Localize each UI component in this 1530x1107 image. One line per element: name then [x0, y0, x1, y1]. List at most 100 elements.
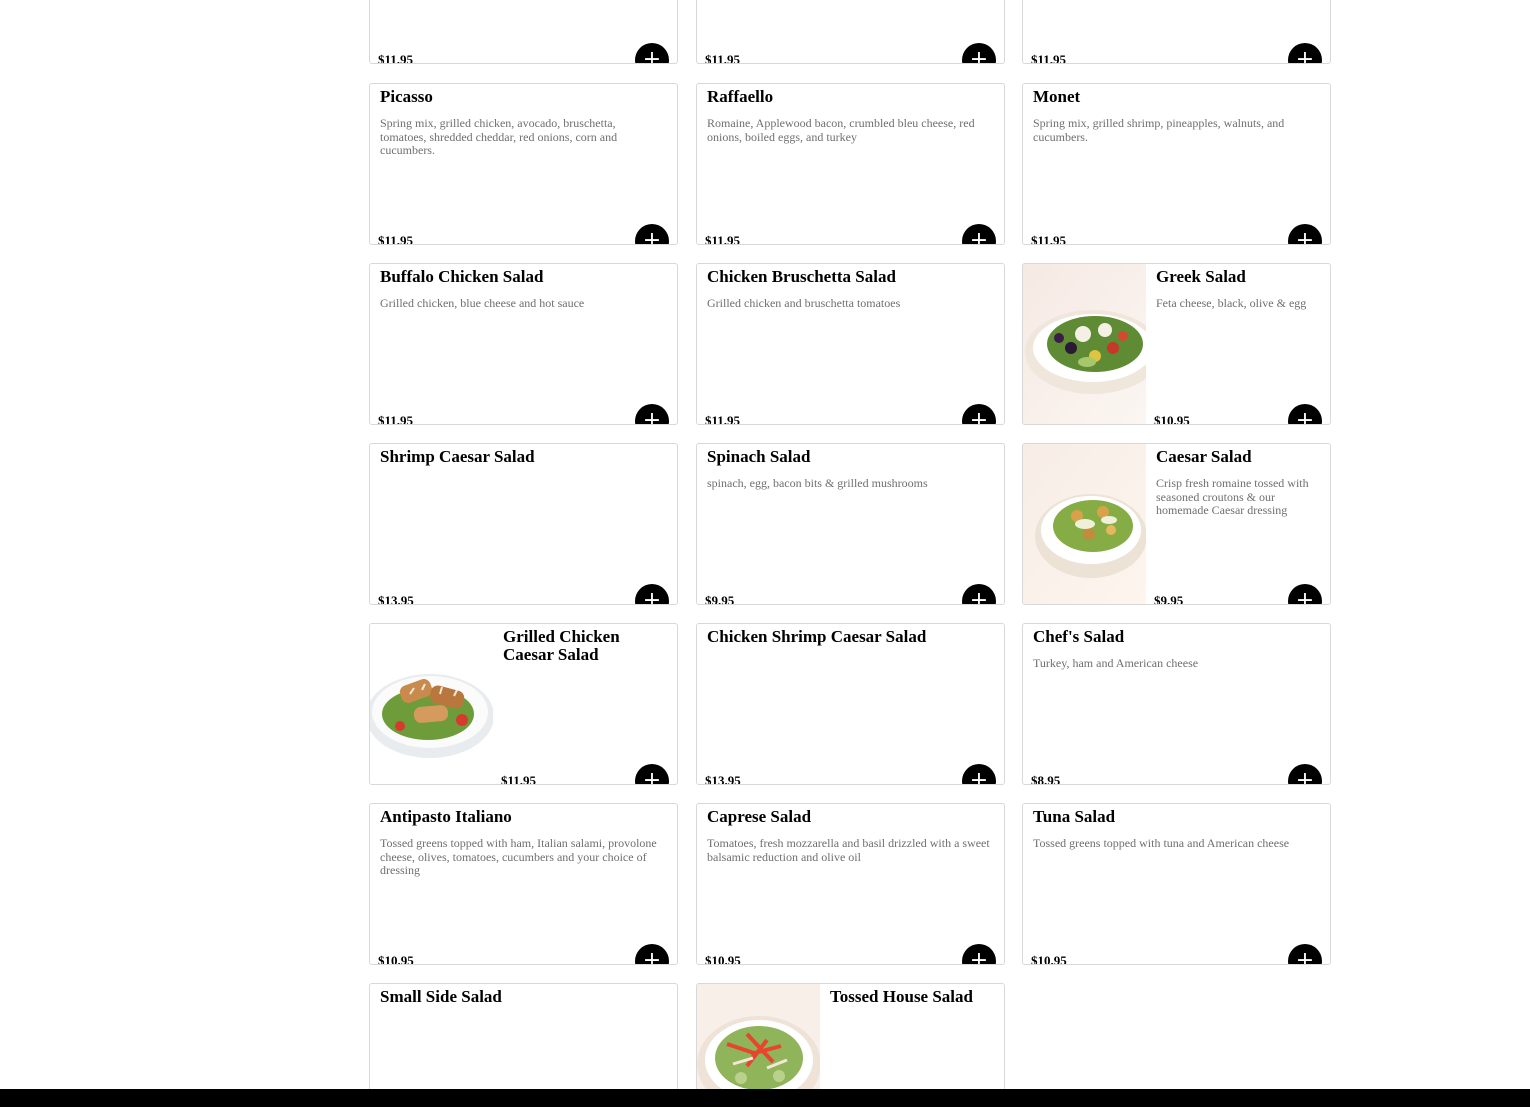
menu-item-description: Grilled chicken, blue cheese and hot sau… — [380, 296, 585, 310]
menu-item-title: Small Side Salad — [380, 987, 502, 1006]
menu-item-title: Antipasto Italiano — [380, 807, 512, 826]
salad-bowl-image — [697, 984, 820, 1106]
add-to-cart-button[interactable]: + — [1288, 764, 1322, 785]
menu-item-title: Tuna Salad — [1033, 807, 1116, 826]
add-to-cart-button[interactable]: + — [635, 404, 669, 424]
plus-icon: + — [1295, 768, 1315, 785]
plus-icon: + — [969, 588, 989, 605]
menu-item-price: $10.95 — [705, 953, 741, 965]
menu-item-price: $10.95 — [378, 953, 414, 965]
menu-item-description: Romaine, Applewood bacon, crumbled bleu … — [707, 116, 975, 144]
menu-item-card[interactable]: Shrimp Caesar Salad $13.95 + — [369, 443, 678, 605]
plus-icon: + — [969, 768, 989, 785]
add-to-cart-button[interactable]: + — [635, 944, 669, 965]
plus-icon: + — [1295, 588, 1315, 605]
menu-item-price: $11.95 — [378, 413, 414, 425]
menu-item-description: Crisp fresh romaine tossed with seasoned… — [1156, 476, 1309, 517]
menu-item-title: Shrimp Caesar Salad — [380, 447, 535, 466]
plus-icon: + — [969, 47, 989, 64]
grilled-chicken-caesar-photo — [370, 624, 493, 784]
plus-icon: + — [642, 228, 662, 245]
menu-item-card[interactable]: Caprese Salad Tomatoes, fresh mozzarella… — [696, 803, 1005, 965]
menu-item-card[interactable]: Chicken Shrimp Caesar Salad $13.95 + — [696, 623, 1005, 785]
add-to-cart-button[interactable]: + — [962, 584, 996, 605]
menu-item-description: Grilled chicken and bruschetta tomatoes — [707, 296, 901, 310]
menu-item-card[interactable]: Picasso Spring mix, grilled chicken, avo… — [369, 83, 678, 245]
menu-item-description: Tossed greens topped with ham, Italian s… — [380, 836, 657, 877]
add-to-cart-button[interactable]: + — [962, 404, 996, 425]
add-to-cart-button[interactable]: + — [962, 944, 996, 965]
menu-item-price: $13.95 — [378, 593, 414, 605]
menu-item-price: $13.95 — [705, 773, 741, 785]
menu-item-card[interactable]: Chef's Salad Turkey, ham and American ch… — [1022, 623, 1331, 785]
menu-item-price: $10.95 — [1031, 953, 1067, 965]
menu-item-grid: $11.95 + $11.95 + $11.95 + Picasso Sprin… — [0, 0, 1530, 1107]
menu-item-card[interactable]: Buffalo Chicken Salad Grilled chicken, b… — [369, 263, 678, 425]
menu-item-card[interactable]: $11.95 + — [1022, 0, 1331, 64]
menu-item-description: Spring mix, grilled chicken, avocado, br… — [380, 116, 618, 157]
menu-item-price: $9.95 — [1154, 593, 1184, 605]
add-to-cart-button[interactable]: + — [635, 43, 669, 64]
tossed-house-salad-photo — [697, 984, 820, 1106]
add-to-cart-button[interactable]: + — [1288, 43, 1322, 64]
menu-item-title: Grilled Chicken Caesar Salad — [503, 627, 620, 664]
menu-item-card[interactable]: Tuna Salad Tossed greens topped with tun… — [1022, 803, 1331, 965]
plus-icon: + — [642, 768, 662, 785]
menu-item-title: Picasso — [380, 87, 433, 106]
caesar-salad-photo — [1023, 444, 1146, 604]
menu-item-description: Feta cheese, black, olive & egg — [1156, 296, 1307, 310]
bottom-bar — [0, 1089, 1530, 1107]
menu-item-price: $9.95 — [705, 593, 735, 605]
menu-item-price: $11.95 — [705, 52, 741, 64]
menu-item-card[interactable]: $11.95 + — [369, 0, 678, 64]
plus-icon: + — [969, 408, 989, 425]
plus-icon: + — [1295, 948, 1315, 965]
menu-item-price: $11.95 — [378, 233, 414, 245]
add-to-cart-button[interactable]: + — [635, 584, 669, 604]
add-to-cart-button[interactable]: + — [1288, 224, 1322, 245]
menu-item-description: Turkey, ham and American cheese — [1033, 656, 1199, 670]
menu-item-title: Chicken Shrimp Caesar Salad — [707, 627, 927, 646]
plus-icon: + — [1295, 408, 1315, 425]
add-to-cart-button[interactable]: + — [962, 43, 996, 64]
plus-icon: + — [642, 47, 662, 64]
plus-icon: + — [969, 948, 989, 965]
menu-item-description: Spring mix, grilled shrimp, pineapples, … — [1033, 116, 1285, 144]
add-to-cart-button[interactable]: + — [962, 764, 996, 785]
menu-item-card[interactable]: Raffaello Romaine, Applewood bacon, crum… — [696, 83, 1005, 245]
salad-bowl-image — [1023, 444, 1146, 604]
menu-item-card[interactable]: $11.95 + — [696, 0, 1005, 64]
add-to-cart-button[interactable]: + — [1288, 944, 1322, 965]
add-to-cart-button[interactable]: + — [635, 764, 669, 785]
plus-icon: + — [969, 228, 989, 245]
menu-item-title: Buffalo Chicken Salad — [380, 267, 544, 286]
menu-item-title: Raffaello — [707, 87, 774, 106]
menu-item-title: Greek Salad — [1156, 267, 1246, 286]
greek-salad-photo — [1023, 264, 1146, 424]
plus-icon: + — [1295, 47, 1315, 64]
add-to-cart-button[interactable]: + — [635, 224, 669, 245]
plus-icon: + — [642, 948, 662, 965]
menu-item-price: $11.95 — [501, 773, 537, 785]
menu-item-card[interactable]: Grilled Chicken Caesar Salad $11.95 + — [369, 623, 678, 785]
menu-item-title: Caprese Salad — [707, 807, 812, 826]
add-to-cart-button[interactable]: + — [1288, 584, 1322, 605]
menu-item-price: $11.95 — [378, 52, 414, 64]
menu-item-description: spinach, egg, bacon bits & grilled mushr… — [707, 476, 928, 490]
menu-item-card[interactable]: Antipasto Italiano Tossed greens topped … — [369, 803, 678, 965]
menu-item-price: $11.95 — [705, 413, 741, 425]
menu-item-title: Tossed House Salad — [830, 987, 973, 1006]
add-to-cart-button[interactable]: + — [1288, 404, 1322, 425]
plus-icon: + — [1295, 228, 1315, 245]
menu-item-card[interactable]: Chicken Bruschetta Salad Grilled chicken… — [696, 263, 1005, 425]
add-to-cart-button[interactable]: + — [962, 224, 996, 245]
menu-item-price: $11.95 — [1031, 233, 1067, 245]
menu-item-title: Chef's Salad — [1033, 627, 1125, 646]
menu-item-card[interactable]: Caesar Salad Crisp fresh romaine tossed … — [1022, 443, 1331, 605]
menu-item-price: $11.95 — [1031, 52, 1067, 64]
menu-item-title: Spinach Salad — [707, 447, 811, 466]
menu-item-price: $8.95 — [1031, 773, 1061, 785]
menu-item-card[interactable]: Monet Spring mix, grilled shrimp, pineap… — [1022, 83, 1331, 245]
menu-item-card[interactable]: Spinach Salad spinach, egg, bacon bits &… — [696, 443, 1005, 605]
menu-item-card[interactable]: Greek Salad Feta cheese, black, olive & … — [1022, 263, 1331, 425]
